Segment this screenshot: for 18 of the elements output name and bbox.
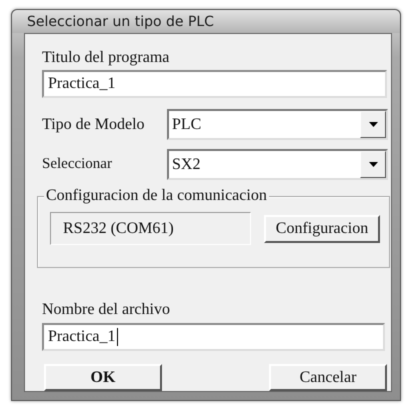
dropdown-arrow-icon [368, 162, 378, 167]
field-label: Tipo de Modelo [42, 116, 146, 134]
text-field[interactable]: Practica_1 [42, 323, 385, 351]
dropdown[interactable]: SX2 [167, 149, 388, 180]
field-label: Titulo del programa [42, 48, 170, 68]
field-label: Seleccionar [42, 156, 113, 173]
window-title: Seleccionar un tipo de PLC [27, 14, 214, 30]
dropdown-arrow-button[interactable] [360, 151, 386, 178]
dropdown[interactable]: PLC [167, 109, 388, 140]
cancel-button[interactable]: Cancelar [269, 364, 387, 391]
configuration-button[interactable]: Configuracion [264, 214, 380, 242]
ok-button[interactable]: OK [44, 364, 162, 391]
field-label: Nombre del archivo [42, 300, 171, 320]
group-legend: Configuracion de la comunicacion [44, 186, 269, 206]
dropdown-arrow-icon [368, 122, 378, 127]
text-field[interactable]: Practica_1 [42, 70, 387, 98]
port-display: RS232 (COM61) [50, 212, 251, 245]
dropdown-arrow-button[interactable] [360, 111, 386, 138]
